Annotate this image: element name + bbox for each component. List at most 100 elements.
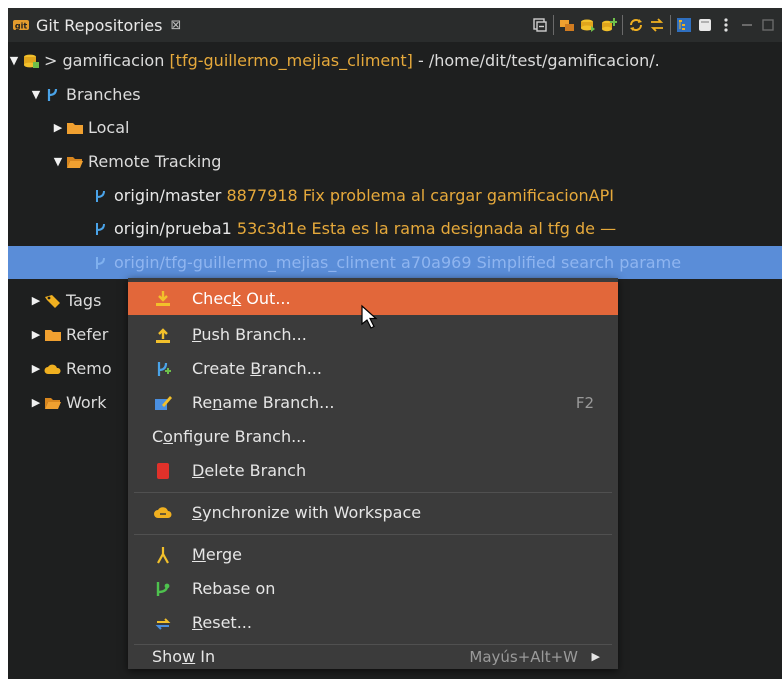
references-label: Refer: [66, 325, 109, 344]
menu-item-rename-branch[interactable]: Rename Branch... F2: [128, 386, 618, 419]
menu-item-show-in[interactable]: Show In Mayús+Alt+W ▶: [128, 644, 618, 669]
menu-item-create-branch[interactable]: Create Branch...: [128, 352, 618, 385]
collapsed-arrow-icon[interactable]: ▶: [30, 362, 42, 376]
repository-prefix: >: [44, 51, 58, 70]
menu-item-configure-branch[interactable]: Configure Branch...: [128, 420, 618, 453]
menu-item-label: Push Branch...: [192, 325, 307, 344]
repository-node[interactable]: ▼ > gamificacion [tfg-guillermo_mejias_c…: [8, 44, 782, 77]
menu-item-synchronize[interactable]: Synchronize with Workspace: [128, 496, 618, 529]
rebase-icon: [156, 582, 170, 596]
menu-item-push-branch[interactable]: Push Branch...: [128, 318, 618, 351]
expanded-arrow-icon[interactable]: ▼: [52, 155, 64, 169]
menu-item-label: Rebase on: [192, 579, 276, 598]
repository-current-branch: [tfg-guillermo_mejias_climent]: [169, 51, 413, 70]
collapsed-arrow-icon[interactable]: ▶: [52, 121, 64, 135]
cloud-icon: [44, 364, 61, 374]
menu-item-label: Configure Branch...: [152, 427, 307, 446]
toolbar-separator: [670, 15, 671, 35]
menu-item-merge[interactable]: Merge: [128, 538, 618, 571]
menu-separator: [134, 534, 612, 535]
commit-message: Esta es la rama designada al tfg de —: [311, 219, 617, 238]
view-title: Git Repositories: [36, 15, 163, 35]
branch-icon: [96, 256, 105, 269]
toolbar-separator: [622, 15, 623, 35]
commit-sha: 53c3d1e: [236, 219, 307, 238]
menu-item-shortcut: F2: [575, 393, 594, 412]
minimize-icon[interactable]: [739, 17, 755, 33]
refresh-icon[interactable]: [628, 17, 644, 33]
folder-icon: [45, 329, 61, 341]
branch-name: origin/tfg-guillermo_mejias_climent: [114, 253, 396, 272]
branches-node[interactable]: ▼ Branches: [8, 78, 782, 111]
menu-item-reset[interactable]: Reset...: [128, 606, 618, 639]
collapsed-arrow-icon[interactable]: ▶: [30, 294, 42, 308]
sync-icon[interactable]: [649, 17, 665, 33]
tree-layout-icon[interactable]: [676, 17, 692, 33]
reset-icon: [155, 618, 171, 630]
open-folder-icon: [67, 156, 83, 168]
toolbar-separator: [553, 15, 554, 35]
menu-separator: [134, 492, 612, 493]
collapse-all-icon[interactable]: [532, 17, 548, 33]
menu-item-shortcut: Mayús+Alt+W: [469, 647, 578, 666]
menu-item-label: Synchronize with Workspace: [192, 503, 422, 522]
screenshot-frame: git Git Repositories ⊠ ▼ > gamificacion: [0, 0, 782, 679]
commit-message: Fix problema al cargar gamificacionAPI: [302, 186, 614, 205]
collapsed-arrow-icon[interactable]: ▶: [30, 396, 42, 410]
merge-icon: [157, 547, 169, 564]
remote-branch-row[interactable]: origin/master 8877918 Fix problema al ca…: [8, 179, 782, 212]
tag-icon: [45, 294, 60, 308]
view-menu-icon[interactable]: [718, 17, 734, 33]
add-repository-icon[interactable]: [601, 17, 617, 33]
expanded-arrow-icon[interactable]: ▼: [8, 54, 20, 68]
working-tree-label: Work: [66, 393, 107, 412]
rename-icon: [155, 396, 172, 410]
remote-tracking-label: Remote Tracking: [88, 152, 222, 171]
branch-icon: [96, 189, 105, 202]
repository-name: gamificacion: [62, 51, 165, 70]
delete-icon: [157, 463, 169, 479]
create-branch-icon: [157, 362, 171, 376]
collapsed-arrow-icon[interactable]: ▶: [30, 328, 42, 342]
commit-message: Simplified search parame: [476, 253, 682, 272]
menu-item-label: Reset...: [192, 613, 252, 632]
menu-item-label: Merge: [192, 545, 242, 564]
branches-icon: [47, 88, 58, 101]
clone-repository-icon[interactable]: [580, 17, 596, 33]
branch-name: origin/master: [114, 186, 222, 205]
open-folder-icon: [45, 397, 61, 409]
remotes-label: Remo: [66, 359, 112, 378]
close-icon[interactable]: ⊠: [170, 18, 181, 33]
menu-item-label: Check Out...: [192, 289, 291, 308]
filter-icon[interactable]: [697, 17, 713, 33]
repository-icon: [24, 54, 39, 68]
svg-text:git: git: [15, 22, 27, 31]
local-node[interactable]: ▶ Local: [8, 111, 782, 144]
remote-tracking-node[interactable]: ▼ Remote Tracking: [8, 145, 782, 178]
commit-sha: a70a969: [401, 253, 472, 272]
menu-item-label: Create Branch...: [192, 359, 322, 378]
local-label: Local: [88, 118, 130, 137]
git-repositories-view: git Git Repositories ⊠ ▼ > gamificacion: [8, 8, 782, 679]
synchronize-icon: [154, 507, 172, 518]
link-with-selection-icon[interactable]: [559, 17, 575, 33]
push-icon: [156, 328, 170, 343]
menu-item-delete-branch[interactable]: Delete Branch: [128, 454, 618, 487]
context-menu: Check Out... Push Branch... Create Branc…: [128, 278, 618, 669]
view-toolbar: [532, 8, 776, 42]
commit-sha: 8877918: [226, 186, 298, 205]
view-tab[interactable]: git Git Repositories ⊠: [8, 8, 181, 42]
maximize-icon[interactable]: [760, 17, 776, 33]
check-out-icon: [156, 291, 170, 306]
menu-item-rebase-on[interactable]: Rebase on: [128, 572, 618, 605]
git-icon: git: [13, 20, 29, 31]
branches-label: Branches: [66, 85, 141, 104]
tags-label: Tags: [66, 291, 102, 310]
remote-branch-row-selected[interactable]: origin/tfg-guillermo_mejias_climent a70a…: [8, 246, 782, 279]
menu-item-label: Rename Branch...: [192, 393, 335, 412]
menu-item-label: Delete Branch: [192, 461, 307, 480]
branch-name: origin/prueba1: [114, 219, 232, 238]
branch-icon: [96, 222, 105, 235]
expanded-arrow-icon[interactable]: ▼: [30, 88, 42, 102]
remote-branch-row[interactable]: origin/prueba1 53c3d1e Esta es la rama d…: [8, 212, 782, 245]
